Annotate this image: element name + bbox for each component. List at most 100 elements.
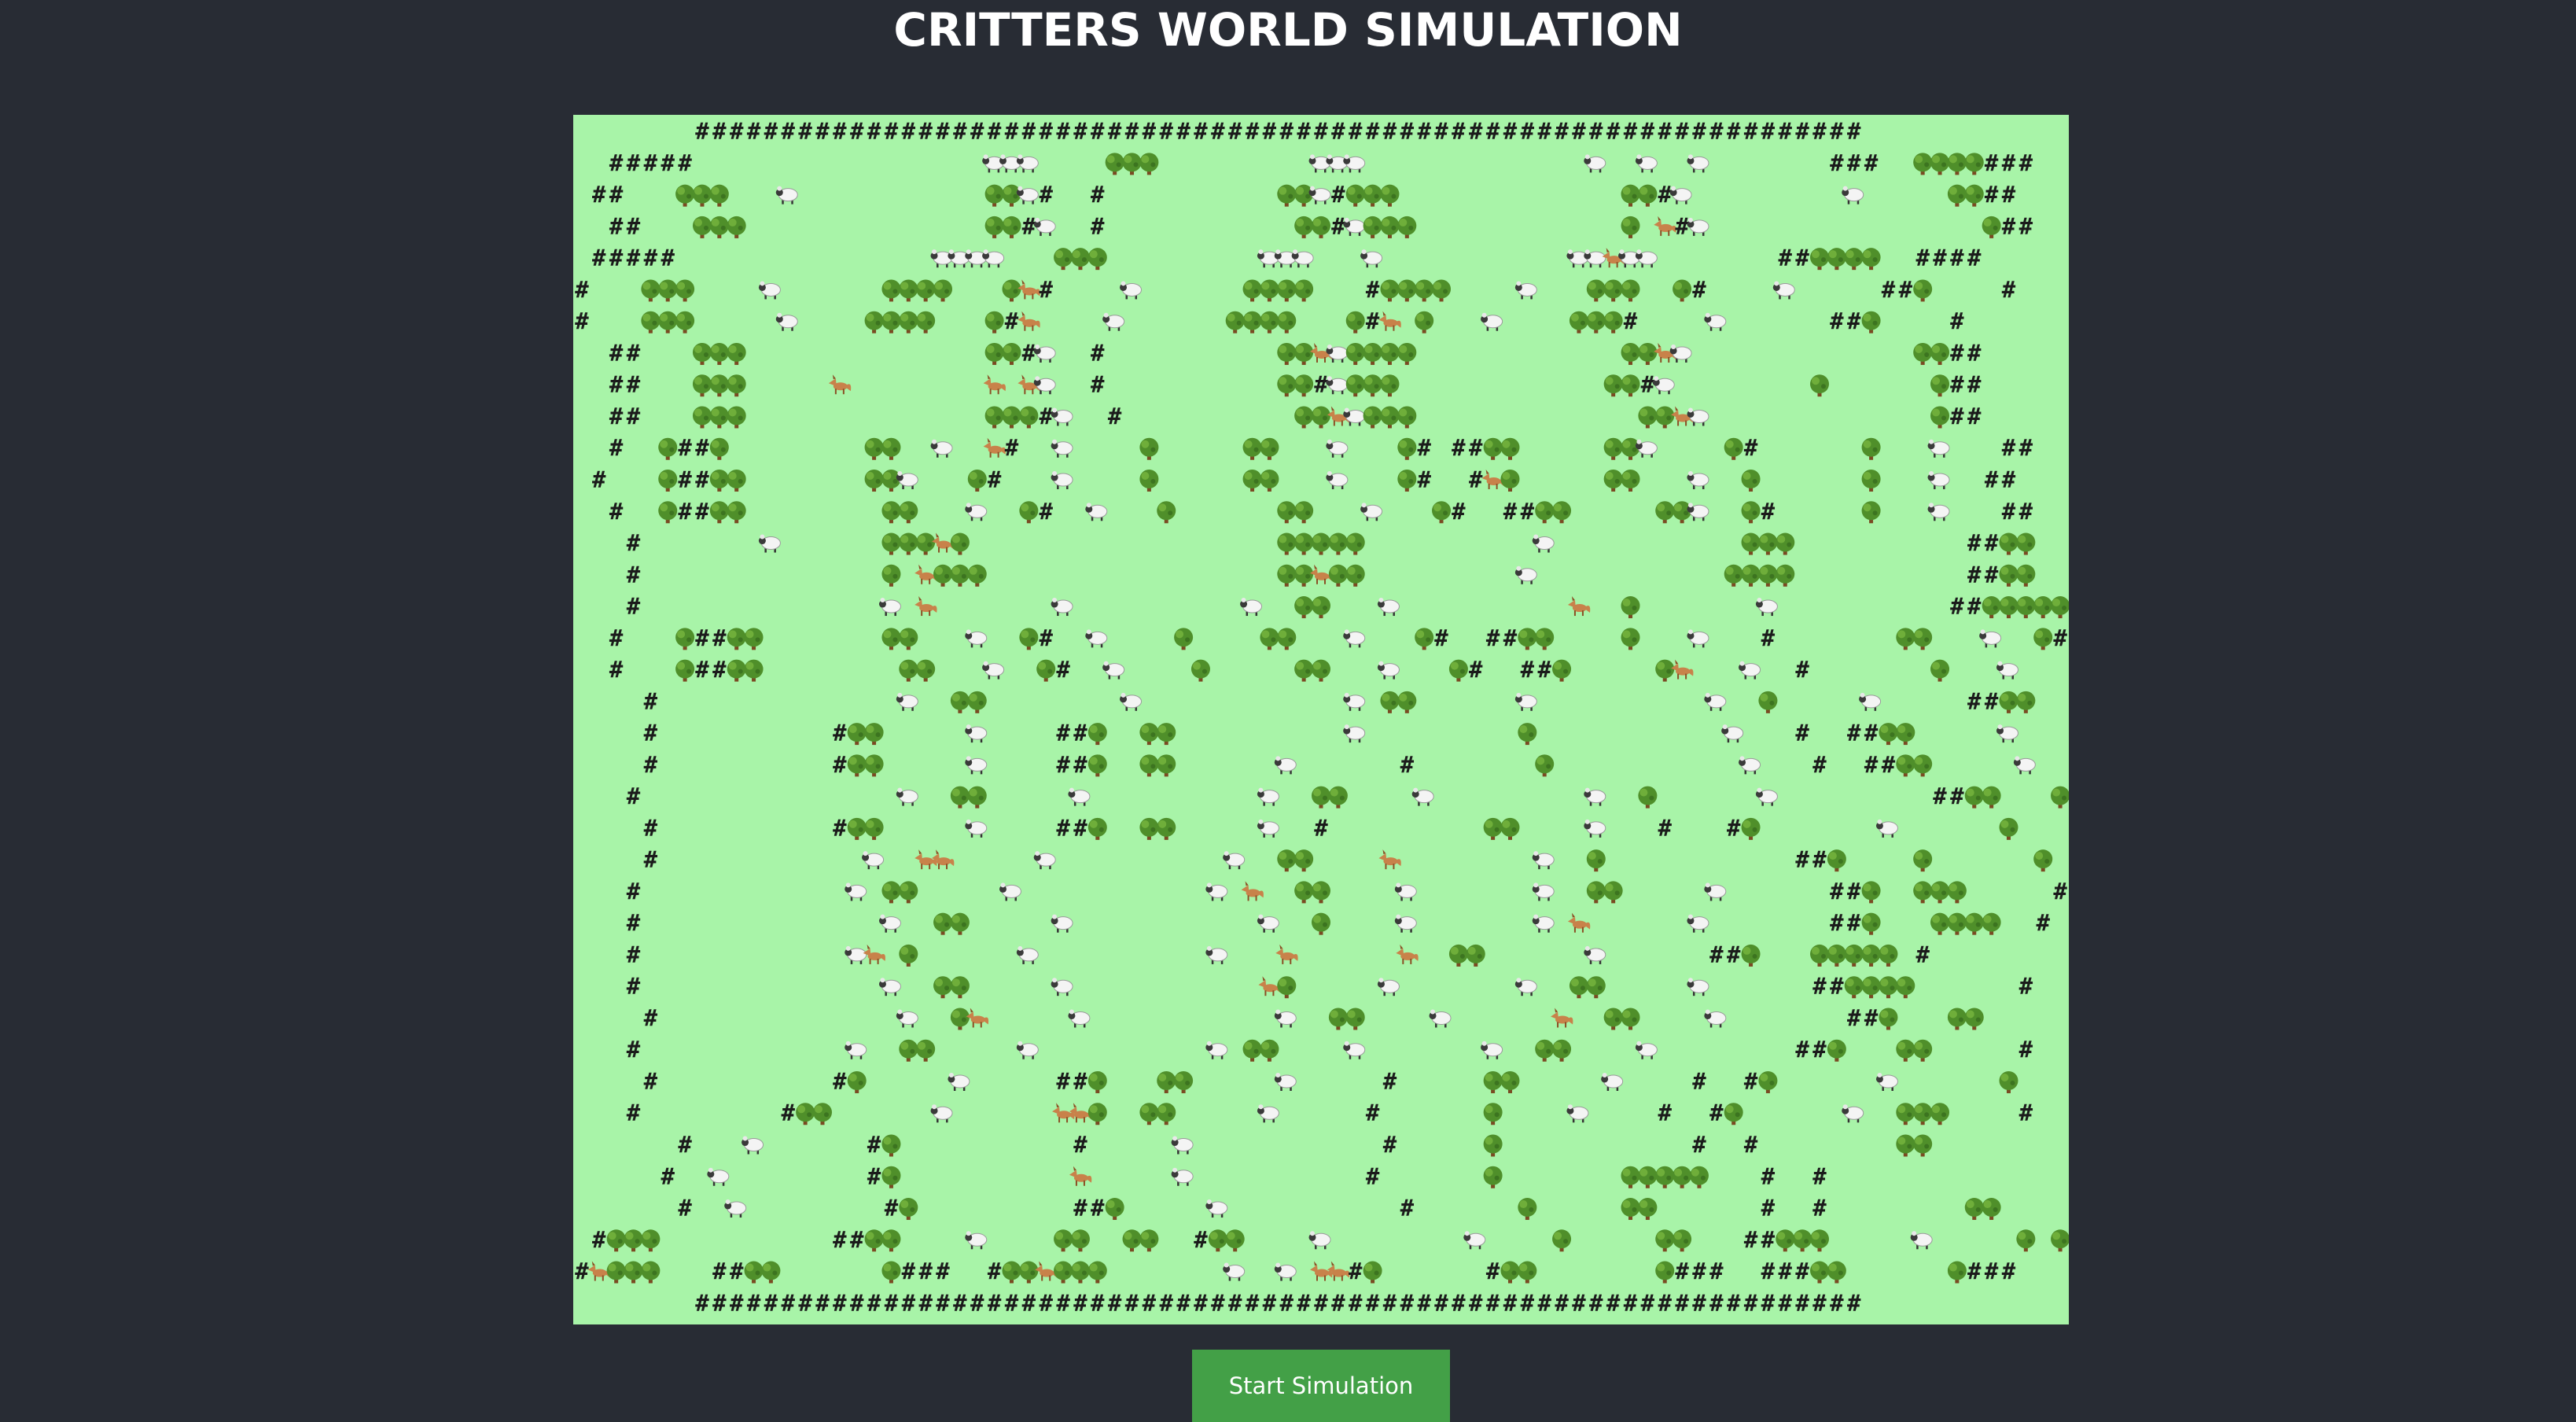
wall-cell: # bbox=[2002, 1258, 2016, 1285]
sheep-icon bbox=[1068, 1009, 1091, 1028]
wall-cell: # bbox=[1503, 624, 1518, 651]
wall-cell: # bbox=[1280, 1290, 1294, 1317]
wall-cell: # bbox=[1847, 878, 1861, 904]
tree-icon bbox=[1861, 437, 1881, 460]
wall-cell: # bbox=[1606, 1290, 1621, 1317]
tree-icon bbox=[1930, 1103, 1950, 1125]
tree-icon bbox=[1483, 1103, 1503, 1125]
tree-icon bbox=[709, 184, 729, 207]
sheep-icon bbox=[862, 851, 885, 870]
sheep-icon bbox=[1842, 1104, 1864, 1123]
tree-icon bbox=[1741, 564, 1761, 587]
wall-cell: # bbox=[1727, 1290, 1741, 1317]
tree-icon bbox=[1190, 659, 1210, 682]
wall-cell: # bbox=[747, 118, 761, 145]
wall-cell: # bbox=[918, 1258, 933, 1285]
sheep-icon bbox=[1859, 692, 1882, 711]
tree-icon bbox=[1260, 279, 1279, 302]
wall-cell: # bbox=[695, 624, 709, 651]
wall-cell: # bbox=[627, 1100, 641, 1126]
tree-icon bbox=[727, 374, 746, 397]
wall-cell: # bbox=[609, 149, 624, 176]
tree-icon bbox=[1999, 564, 2018, 587]
fox-icon bbox=[828, 374, 852, 395]
tree-icon bbox=[1776, 1229, 1795, 1252]
wall-cell: # bbox=[936, 1290, 950, 1317]
tree-icon bbox=[1087, 1070, 1107, 1093]
tree-icon bbox=[1964, 1198, 1984, 1221]
wall-cell: # bbox=[1349, 1290, 1363, 1317]
sheep-icon bbox=[1120, 692, 1143, 711]
tree-icon bbox=[1294, 659, 1314, 682]
tree-icon bbox=[1586, 279, 1606, 302]
wall-cell: # bbox=[1469, 1290, 1483, 1317]
tree-icon bbox=[744, 628, 764, 650]
wall-cell: # bbox=[1658, 182, 1673, 208]
sheep-icon bbox=[1326, 376, 1349, 395]
tree-icon bbox=[1294, 849, 1314, 872]
wall-cell: # bbox=[1486, 1290, 1500, 1317]
tree-icon bbox=[1139, 153, 1159, 175]
wall-cell: # bbox=[1073, 815, 1087, 842]
tree-icon bbox=[1294, 596, 1314, 619]
wall-cell: # bbox=[1108, 118, 1122, 145]
tree-icon bbox=[1483, 1166, 1503, 1188]
sheep-icon bbox=[1377, 978, 1400, 997]
wall-cell: # bbox=[1228, 118, 1242, 145]
wall-cell: # bbox=[1469, 657, 1483, 683]
sheep-icon bbox=[1910, 1231, 1933, 1250]
sheep-icon bbox=[1566, 249, 1589, 268]
tree-icon bbox=[709, 342, 729, 365]
tree-icon bbox=[1655, 406, 1675, 429]
tree-icon bbox=[1896, 1103, 1915, 1125]
tree-icon bbox=[1277, 628, 1297, 650]
wall-cell: # bbox=[2019, 1100, 2033, 1126]
tree-icon bbox=[899, 279, 918, 302]
tree-icon bbox=[1947, 881, 1967, 904]
tree-icon bbox=[761, 1261, 781, 1284]
wall-cell: # bbox=[627, 593, 641, 620]
tree-icon bbox=[1535, 628, 1555, 650]
tree-icon bbox=[1999, 1070, 2018, 1093]
sheep-icon bbox=[1257, 249, 1279, 268]
tree-icon bbox=[1312, 912, 1330, 935]
wall-cell: # bbox=[833, 751, 847, 778]
tree-icon bbox=[1294, 279, 1314, 302]
tree-icon bbox=[1054, 248, 1073, 271]
tree-icon bbox=[1328, 564, 1348, 587]
wall-cell: # bbox=[678, 498, 692, 525]
wall-cell: # bbox=[1366, 1290, 1380, 1317]
sheep-icon bbox=[1584, 154, 1606, 173]
tree-icon bbox=[1174, 1070, 1194, 1093]
tree-icon bbox=[1930, 912, 1950, 935]
wall-cell: # bbox=[644, 720, 658, 746]
tree-icon bbox=[641, 279, 661, 302]
wall-cell: # bbox=[1314, 1290, 1328, 1317]
tree-icon bbox=[1810, 248, 1829, 271]
sheep-icon bbox=[1463, 1231, 1486, 1250]
wall-cell: # bbox=[678, 1132, 692, 1159]
tree-icon bbox=[1896, 976, 1915, 999]
tree-icon bbox=[916, 532, 936, 555]
wall-cell: # bbox=[1366, 1163, 1380, 1190]
wall-cell: # bbox=[1331, 1290, 1345, 1317]
tree-icon bbox=[744, 659, 764, 682]
wall-cell: # bbox=[644, 1068, 658, 1095]
sheep-icon bbox=[1274, 756, 1297, 775]
wall-cell: # bbox=[1709, 1100, 1724, 1126]
wall-cell: # bbox=[1830, 118, 1844, 145]
wall-cell: # bbox=[1812, 973, 1827, 1000]
wall-cell: # bbox=[850, 1226, 864, 1253]
wall-cell: # bbox=[1486, 624, 1500, 651]
tree-icon bbox=[1586, 881, 1606, 904]
tree-icon bbox=[1380, 216, 1400, 238]
sheep-icon bbox=[1618, 249, 1641, 268]
wall-cell: # bbox=[918, 1290, 933, 1317]
wall-cell: # bbox=[988, 466, 1002, 493]
start-simulation-button[interactable]: Start Simulation bbox=[1192, 1350, 1450, 1422]
sheep-icon bbox=[1326, 471, 1349, 490]
tree-icon bbox=[1312, 216, 1330, 238]
wall-cell: # bbox=[1176, 118, 1190, 145]
wall-cell: # bbox=[1452, 1290, 1466, 1317]
tree-icon bbox=[933, 912, 953, 935]
